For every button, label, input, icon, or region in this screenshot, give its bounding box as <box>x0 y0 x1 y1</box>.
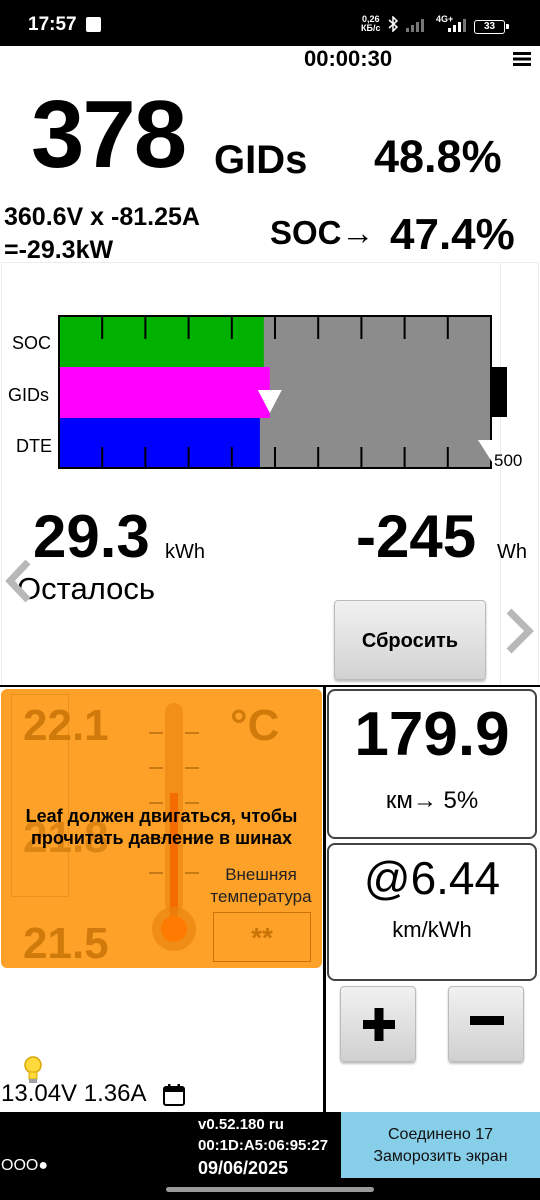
remaining-label: Осталось <box>17 571 156 606</box>
freeze-screen-label: Заморозить экран <box>373 1148 508 1165</box>
signal-strength-icon <box>448 19 466 32</box>
bluetooth-icon <box>388 16 399 32</box>
session-timer: 00:00:30 <box>304 46 393 71</box>
date-label: 09/06/2025 <box>198 1158 289 1178</box>
calendar-icon[interactable] <box>162 1083 186 1107</box>
device-mac-address: 00:1D:A5:06:95:27 <box>198 1137 329 1154</box>
connection-status: Соединено 17 <box>388 1126 493 1143</box>
bar-label-soc: SOC <box>12 333 52 353</box>
range-unit: км→ 5% <box>385 787 479 814</box>
gids-percent: 48.8% <box>374 131 502 182</box>
connection-indicator: OOO● <box>1 1157 48 1174</box>
dte-bar <box>59 418 260 468</box>
gids-bar <box>59 367 270 418</box>
efficiency-value: @6.44 <box>363 852 501 904</box>
gids-value: 378 <box>31 81 187 188</box>
soc-bar <box>59 316 264 368</box>
temperature-panel[interactable]: 22.1 °C 21.8 21.5 Leaf должен двигаться,… <box>1 689 322 968</box>
bar-label-gids: GIDs <box>8 385 50 405</box>
energy-used-value: -245 <box>356 503 477 570</box>
energy-used-unit: Wh <box>497 541 527 563</box>
outside-temp-value: ** <box>213 912 311 962</box>
increase-button[interactable] <box>340 986 416 1062</box>
minus-icon <box>470 1016 504 1025</box>
signal-strength-icon <box>406 19 424 32</box>
range-value: 179.9 <box>354 700 510 769</box>
energy-remaining-value: 29.3 <box>33 503 150 570</box>
temperature-unit: °C <box>230 701 280 750</box>
status-time: 17:57 <box>28 14 77 35</box>
chevron-left-icon[interactable] <box>4 558 34 604</box>
battery-temp-low: 21.5 <box>23 919 109 968</box>
plus-icon <box>363 1008 395 1041</box>
battery-icon: 33 <box>474 20 509 34</box>
decrease-button[interactable] <box>448 986 524 1062</box>
scale-max-label: 500 <box>494 451 523 470</box>
net-speed-unit: КБ/с <box>361 23 381 33</box>
section-divider <box>0 685 540 687</box>
battery-temp-high: 22.1 <box>23 701 109 750</box>
efficiency-box[interactable]: @6.44 km/kWh <box>327 843 537 981</box>
reset-button[interactable]: Сбросить <box>334 600 486 680</box>
soc-label: SOC→ <box>270 214 375 251</box>
freeze-screen-button[interactable]: Соединено 17 Заморозить экран <box>341 1112 540 1178</box>
soc-percent: 47.4% <box>390 210 515 259</box>
tire-pressure-warning: Leaf должен двигаться, чтобы прочитать д… <box>25 806 298 848</box>
efficiency-unit: km/kWh <box>392 917 472 942</box>
notification-icon <box>86 17 101 32</box>
battery-bar-chart <box>58 315 507 469</box>
range-box[interactable]: 179.9 км→ 5% <box>327 689 537 839</box>
bar-label-dte: DTE <box>16 436 52 456</box>
app-version: v0.52.180 ru <box>198 1116 284 1133</box>
aux-battery-readout: 13.04V 1.36A <box>1 1080 147 1107</box>
gids-unit: GIDs <box>214 138 308 182</box>
energy-remaining-unit: kWh <box>165 541 205 563</box>
column-divider <box>323 686 326 1114</box>
hamburger-menu-icon[interactable] <box>513 52 531 66</box>
chevron-right-icon[interactable] <box>502 606 536 656</box>
outside-temp-label: Внешняя температура <box>210 865 312 906</box>
battery-terminal <box>491 367 507 417</box>
home-indicator[interactable] <box>166 1187 374 1192</box>
network-speed: 0,26 КБ/с <box>361 15 380 33</box>
power-readout: =-29.3kW <box>4 236 114 264</box>
voltage-current-readout: 360.6V x -81.25A <box>4 203 200 231</box>
